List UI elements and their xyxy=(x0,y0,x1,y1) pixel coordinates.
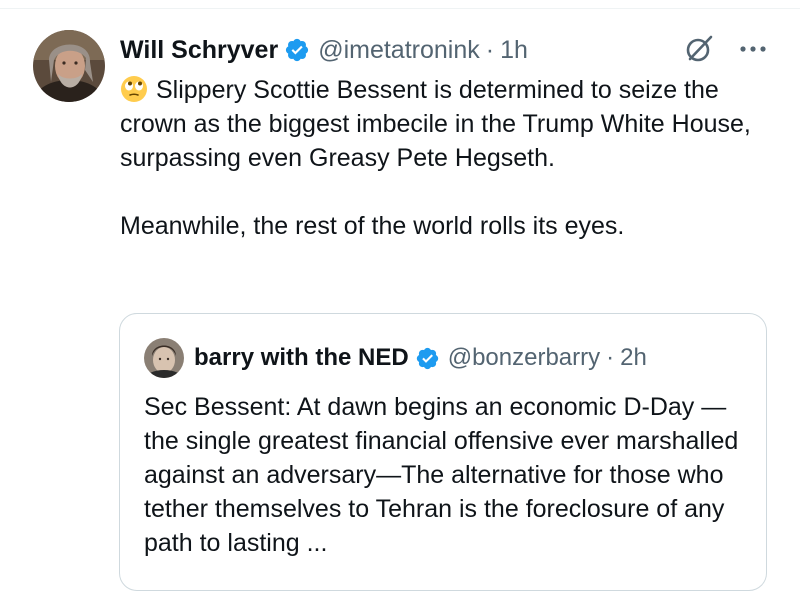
tweet-header: Will Schryver @imetatronink · 1h xyxy=(120,32,528,68)
quoted-author-avatar[interactable] xyxy=(144,338,184,378)
quoted-author-display-name[interactable]: barry with the NED xyxy=(194,344,409,372)
header-separator: · xyxy=(485,35,495,64)
quoted-tweet-header: barry with the NED @bonzerbarry · 2h xyxy=(194,340,647,376)
grok-icon[interactable] xyxy=(684,34,714,64)
tweet-text-1: Slippery Scottie Bessent is determined t… xyxy=(120,76,751,172)
verified-badge-icon xyxy=(415,346,440,371)
author-avatar[interactable] xyxy=(33,30,105,102)
quoted-tweet-timestamp[interactable]: 2h xyxy=(620,344,647,372)
tweet-timestamp[interactable]: 1h xyxy=(500,36,528,65)
author-display-name[interactable]: Will Schryver xyxy=(120,36,278,65)
verified-badge-icon xyxy=(284,37,310,63)
face-with-rolling-eyes-icon xyxy=(120,75,148,103)
tweet[interactable]: Will Schryver @imetatronink · 1h Slipper… xyxy=(0,0,800,597)
tweet-body: Slippery Scottie Bessent is determined t… xyxy=(120,73,780,243)
quoted-author-handle[interactable]: @bonzerbarry xyxy=(448,344,600,372)
tweet-paragraph-1: Slippery Scottie Bessent is determined t… xyxy=(120,73,780,175)
quoted-tweet-body: Sec Bessent: At dawn begins an economic … xyxy=(144,393,739,557)
author-handle[interactable]: @imetatronink xyxy=(318,36,480,65)
quoted-header-separator: · xyxy=(606,344,615,371)
quoted-tweet[interactable]: barry with the NED @bonzerbarry · 2h Sec… xyxy=(119,313,767,591)
tweet-paragraph-2: Meanwhile, the rest of the world rolls i… xyxy=(120,212,625,240)
more-options-icon[interactable] xyxy=(736,34,770,64)
